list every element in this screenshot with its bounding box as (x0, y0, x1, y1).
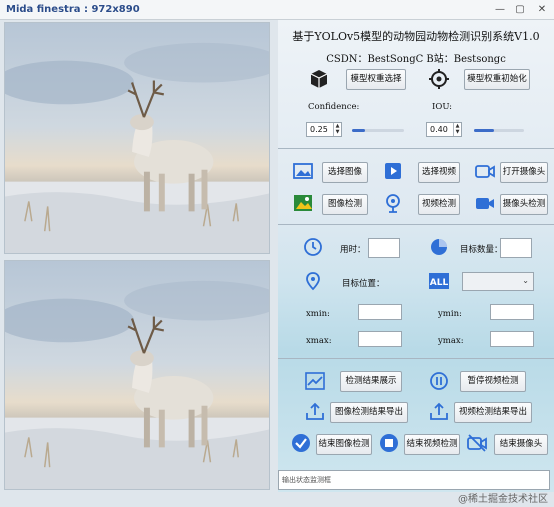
confidence-label: Confidence: (308, 102, 360, 112)
svg-text:ALL: ALL (430, 278, 449, 288)
xmin-label: xmin: (306, 309, 330, 319)
location-pin-icon (306, 272, 320, 291)
reindeer-result-image (5, 261, 269, 489)
iou-slider-fill (474, 129, 494, 132)
ymin-label: ymin: (438, 309, 462, 319)
time-label: 用时： (340, 245, 366, 255)
ymax-label: ymax: (438, 336, 464, 346)
end-video-detect-button[interactable]: 结束视频检测 (404, 434, 460, 455)
confidence-value: 0.25 (310, 125, 328, 134)
end-image-detect-button[interactable]: 结束图像检测 (316, 434, 372, 455)
position-label: 目标位置： (342, 279, 385, 289)
window-title: Mida finestra : 972x890 (6, 4, 140, 15)
pause-icon (430, 372, 448, 390)
xmax-field (358, 331, 402, 347)
control-panel: 基于YOLOv5模型的动物园动物检测识别系统V1.0 CSDN：BestSong… (278, 20, 554, 492)
camera-icon (475, 165, 495, 178)
window-titlebar: Mida finestra : 972x890 — ▢ ✕ (0, 0, 554, 20)
image-icon (293, 163, 313, 179)
image-detect-icon (294, 195, 312, 211)
xmax-label: xmax: (306, 336, 332, 346)
video-detect-button[interactable]: 视频检测 (418, 194, 460, 215)
video-file-icon (385, 163, 401, 179)
iou-value: 0.40 (430, 125, 448, 134)
model-weight-select-button[interactable]: 模型权重选择 (346, 69, 406, 90)
iou-slider[interactable] (474, 129, 524, 132)
open-camera-button[interactable]: 打开摄像头 (500, 162, 548, 183)
stop-icon (380, 434, 398, 452)
app-title: 基于YOLOv5模型的动物园动物检测识别系统V1.0 (292, 30, 540, 43)
select-video-button[interactable]: 选择视频 (418, 162, 460, 183)
upload-icon (306, 402, 324, 420)
confidence-slider-fill (352, 129, 365, 132)
original-image-panel (4, 22, 270, 254)
pause-video-button[interactable]: 暂停视频检测 (460, 371, 526, 392)
confidence-slider[interactable] (352, 129, 404, 132)
spin-arrows-icon[interactable]: ▲ ▼ (333, 123, 341, 136)
video-camera-icon (476, 198, 494, 209)
check-circle-icon (292, 434, 310, 452)
target-icon (429, 69, 449, 89)
author-info: CSDN：BestSongC B站：Bestsongc (326, 54, 506, 65)
camera-off-icon (467, 434, 487, 452)
ymax-field (490, 331, 534, 347)
divider (278, 358, 554, 359)
export-image-result-button[interactable]: 图像检测结果导出 (330, 402, 408, 423)
end-camera-button[interactable]: 结束摄像头 (494, 434, 548, 455)
model-weight-init-button[interactable]: 模型权重初始化 (464, 69, 530, 90)
cube-icon (310, 70, 328, 88)
upload-icon (430, 402, 448, 420)
count-label: 目标数量： (460, 245, 503, 255)
all-icon: ALL (429, 273, 449, 289)
spin-arrows-icon[interactable]: ▲ ▼ (453, 123, 461, 136)
divider (278, 148, 554, 149)
iou-spinbox[interactable]: 0.40 ▲ ▼ (426, 122, 462, 137)
webcam-icon (386, 194, 400, 213)
minimize-button[interactable]: — (492, 3, 508, 16)
clock-icon (304, 238, 322, 256)
show-result-button[interactable]: 检测结果展示 (340, 371, 402, 392)
chevron-down-icon: ⌄ (522, 276, 529, 285)
image-detect-button[interactable]: 图像检测 (322, 194, 368, 215)
select-image-button[interactable]: 选择图像 (322, 162, 368, 183)
iou-label: IOU: (432, 102, 453, 112)
target-select[interactable]: ⌄ (462, 272, 534, 291)
line-chart-icon (305, 372, 325, 390)
result-image-panel (4, 260, 270, 490)
time-field (368, 238, 400, 258)
export-video-result-button[interactable]: 视频检测结果导出 (454, 402, 532, 423)
confidence-spinbox[interactable]: 0.25 ▲ ▼ (306, 122, 342, 137)
watermark: @稀土掘金技术社区 (458, 494, 548, 505)
count-field (500, 238, 532, 258)
ymin-field (490, 304, 534, 320)
xmin-field (358, 304, 402, 320)
pie-chart-icon (431, 239, 447, 255)
status-output-box: 输出状态监测框 (278, 470, 550, 490)
divider (278, 224, 554, 225)
close-button[interactable]: ✕ (534, 3, 550, 16)
reindeer-image (5, 23, 269, 253)
maximize-button[interactable]: ▢ (512, 3, 528, 16)
camera-detect-button[interactable]: 摄像头检测 (500, 194, 548, 215)
